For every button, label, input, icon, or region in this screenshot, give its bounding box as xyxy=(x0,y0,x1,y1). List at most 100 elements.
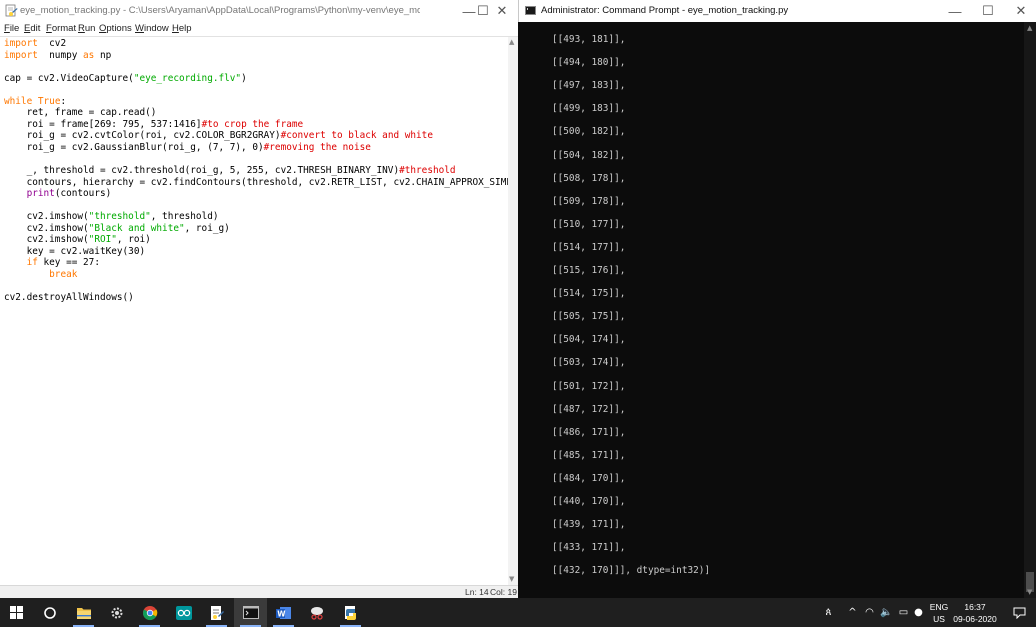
volume-icon[interactable]: 🔈 xyxy=(880,606,893,619)
cmd-output-line: [[514, 177]], xyxy=(552,241,626,253)
clock-date[interactable]: 09-06-2020 xyxy=(950,614,1000,624)
cmd-output-line: [[515, 176]], xyxy=(552,265,626,276)
close-icon: ✕ xyxy=(1015,3,1027,18)
terminal-icon xyxy=(525,6,536,15)
search-circle-icon xyxy=(43,606,56,619)
maximize-icon: ☐ xyxy=(982,3,994,18)
cmd-output-line: [[486, 171]], xyxy=(552,426,626,438)
search-button[interactable] xyxy=(33,598,66,627)
scroll-down-icon[interactable]: ▼ xyxy=(1027,588,1032,596)
code-editor[interactable]: import cv2 import numpy as np cap = cv2.V… xyxy=(0,37,508,585)
code-line: if key == 27: xyxy=(26,257,100,269)
cmd-minimize-button[interactable]: — xyxy=(939,0,971,22)
code-line: cv2.imshow("Black and white", roi_g) xyxy=(4,222,230,234)
cursor-column: Col: 19 xyxy=(490,587,517,597)
cmd-output-line: [[509, 178]], xyxy=(552,195,626,207)
menu-run[interactable]: Run xyxy=(78,23,95,34)
gear-bulb-icon xyxy=(111,607,122,618)
code-line: _, threshold = cv2.threshold(roi_g, 5, 2… xyxy=(4,165,456,177)
windows-logo-icon xyxy=(10,606,23,619)
scroll-up-icon[interactable]: ▲ xyxy=(1027,24,1032,32)
menu-file[interactable]: File xyxy=(4,23,19,34)
cmd-output-line: [[487, 172]], xyxy=(552,403,626,415)
idle-close-button[interactable]: ✕ xyxy=(486,0,518,22)
chevron-up-icon[interactable]: ^ xyxy=(846,606,859,619)
scroll-down-icon[interactable]: ▼ xyxy=(509,575,514,583)
cmd-output-line: [[501, 172]], xyxy=(552,380,626,392)
python-file-icon xyxy=(5,4,18,17)
cmd-output-line: [[484, 170]], xyxy=(552,472,626,484)
code-text[interactable]: import cv2 import numpy as np cap = cv2.V… xyxy=(4,38,508,304)
taskbar-command-prompt[interactable] xyxy=(234,598,267,627)
idle-menubar: File Edit Format Run Options Window Help xyxy=(0,22,518,37)
menu-options[interactable]: Options xyxy=(99,23,132,34)
cmd-maximize-button[interactable]: ☐ xyxy=(972,0,1004,22)
cmd-titlebar[interactable]: Administrator: Command Prompt - eye_moti… xyxy=(518,0,1036,22)
cmd-output-line: [[503, 174]], xyxy=(552,357,626,369)
taskbar-settings-app[interactable] xyxy=(100,598,133,627)
code-line: cv2.destroyAllWindows() xyxy=(4,292,134,304)
cmd-output-line: [[508, 178]], xyxy=(552,172,626,184)
command-prompt-window: Administrator: Command Prompt - eye_moti… xyxy=(518,0,1036,598)
idle-vertical-scrollbar[interactable]: ▲ ▼ xyxy=(508,37,518,585)
scroll-up-icon[interactable]: ▲ xyxy=(509,38,514,46)
cmd-output-line: [[510, 177]], xyxy=(552,218,626,230)
antivirus-icon[interactable]: ● xyxy=(912,606,925,619)
idle-statusbar: Ln: 14 Col: 19 xyxy=(0,585,518,598)
code-line: cv2.imshow("threshold", threshold) xyxy=(4,211,219,223)
menu-help[interactable]: Help xyxy=(172,23,192,34)
menu-window[interactable]: Window xyxy=(135,23,169,34)
taskbar-snipping[interactable] xyxy=(301,598,334,627)
clock-time[interactable]: 16:37 xyxy=(950,602,1000,612)
taskbar-notepad[interactable] xyxy=(200,598,233,627)
cmd-vertical-scrollbar[interactable]: ▲ ▼ xyxy=(1024,22,1036,598)
menu-format[interactable]: Format xyxy=(46,23,76,34)
cmd-output-line: [[433, 171]], xyxy=(552,542,626,554)
taskbar-arduino[interactable] xyxy=(167,598,200,627)
terminal-icon xyxy=(242,606,259,619)
taskbar-chrome[interactable] xyxy=(133,598,166,627)
notifications-button[interactable] xyxy=(1003,598,1036,627)
cmd-output-line: [[440, 170]], xyxy=(552,496,626,507)
cmd-window-title: Administrator: Command Prompt - eye_moti… xyxy=(541,5,789,16)
svg-text:W: W xyxy=(277,609,286,618)
start-button[interactable] xyxy=(0,598,33,627)
chrome-icon xyxy=(142,605,157,620)
taskbar: W ጰ ^ ◠ 🔈 ▭ ● ENG US 16:37 09-06-2020 xyxy=(0,598,1036,627)
language-indicator[interactable]: ENG xyxy=(927,602,951,612)
code-line: while True: xyxy=(4,95,67,107)
code-line: cv2.imshow("ROI", roi) xyxy=(4,234,151,246)
taskbar-file-explorer[interactable] xyxy=(67,598,100,627)
cmd-output-line: [[505, 175]], xyxy=(552,311,626,323)
idle-editor-window: eye_motion_tracking.py - C:\Users\Aryama… xyxy=(0,0,518,598)
battery-icon[interactable]: ▭ xyxy=(897,606,910,619)
menu-edit[interactable]: Edit xyxy=(24,23,40,34)
cursor-line: Ln: 14 xyxy=(465,587,489,597)
cmd-output-line: [[493, 181]], xyxy=(552,34,626,45)
taskbar-word[interactable]: W xyxy=(267,598,300,627)
arduino-icon xyxy=(175,605,192,620)
keyboard-layout[interactable]: US xyxy=(927,614,951,624)
code-line: cap = cv2.VideoCapture("eye_recording.fl… xyxy=(4,72,247,84)
taskbar-python-idle[interactable] xyxy=(334,598,367,627)
code-line: key = cv2.waitKey(30) xyxy=(4,245,146,257)
code-line: import numpy as np xyxy=(4,49,112,61)
cmd-output[interactable]: [[493, 181]], [[494, 180]], [[497, 183]], [… xyxy=(518,22,1024,598)
people-icon[interactable]: ጰ xyxy=(822,606,835,619)
cmd-output-line: [[499, 183]], xyxy=(552,103,626,115)
code-line: roi = frame[269: 795, 537:1416]#to crop … xyxy=(4,118,304,130)
cmd-output-line: [[500, 182]], xyxy=(552,126,626,138)
cmd-output-line: [[504, 174]], xyxy=(552,334,626,346)
notepad-icon xyxy=(211,605,224,620)
wifi-icon[interactable]: ◠ xyxy=(863,606,876,619)
idle-titlebar[interactable]: eye_motion_tracking.py - C:\Users\Aryama… xyxy=(0,0,518,22)
cmd-output-line: [[494, 180]], xyxy=(552,57,626,69)
close-icon: ✕ xyxy=(496,3,508,18)
cmd-close-button[interactable]: ✕ xyxy=(1005,0,1036,22)
snipping-icon xyxy=(311,606,323,620)
word-icon: W xyxy=(275,606,291,619)
